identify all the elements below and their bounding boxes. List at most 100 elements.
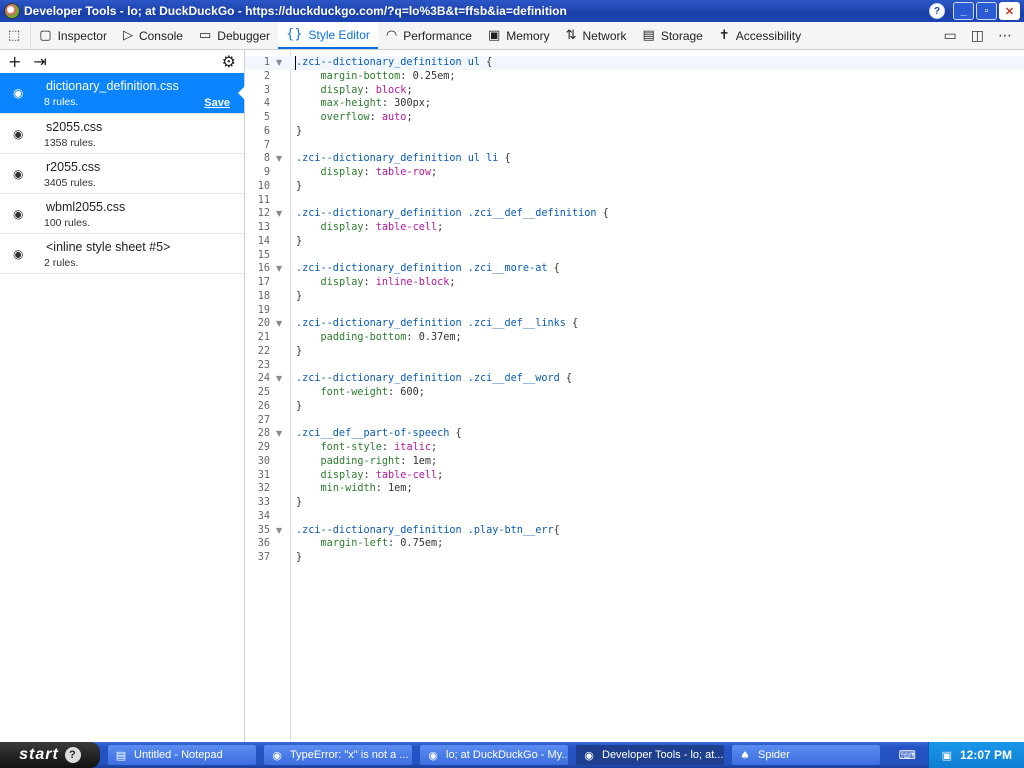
code-line[interactable]: 8 ▼ .zci--dictionary_definition ul li {	[245, 152, 1024, 166]
taskbar-button[interactable]: ◉ Developer Tools - lo; at...	[576, 745, 724, 765]
tab-style-editor[interactable]: {} Style Editor	[278, 22, 378, 49]
dock-side-icon[interactable]: ◫	[971, 28, 984, 44]
window-title-bar[interactable]: Developer Tools - lo; at DuckDuckGo - ht…	[0, 0, 1024, 22]
line-text: padding-bottom: 0.37em;	[296, 331, 462, 345]
new-stylesheet-icon[interactable]: +	[8, 52, 21, 71]
code-token: inline-block	[375, 277, 450, 288]
code-line[interactable]: 37}	[245, 551, 1024, 565]
code-line[interactable]: 6}	[245, 125, 1024, 139]
taskbar-button[interactable]: ◉ TypeError: "x" is not a ...	[264, 745, 412, 765]
code-line[interactable]: 7	[245, 139, 1024, 153]
element-picker-icon: ⬚	[8, 28, 21, 43]
fold-toggle-icon[interactable]: ▼	[276, 427, 282, 441]
code-line[interactable]: 27	[245, 414, 1024, 428]
code-line[interactable]: 10}	[245, 180, 1024, 194]
code-line[interactable]: 18}	[245, 290, 1024, 304]
eye-icon[interactable]: ◉	[13, 86, 23, 100]
code-line[interactable]: 31 display: table-cell;	[245, 469, 1024, 483]
tab-label: Inspector	[57, 28, 107, 43]
stylesheet-name: s2055.css	[46, 120, 103, 134]
code-line[interactable]: 25 font-weight: 600;	[245, 386, 1024, 400]
code-line[interactable]: 24 ▼ .zci--dictionary_definition .zci__def…	[245, 372, 1024, 386]
code-editor[interactable]: 1 ▼ .zci--dictionary_definition ul {2 marg…	[245, 50, 1024, 742]
line-number: 24	[257, 373, 270, 385]
window-controls: ? _ ▫ ✕	[929, 2, 1020, 20]
code-line[interactable]: 1 ▼ .zci--dictionary_definition ul {	[245, 56, 1024, 70]
code-line[interactable]: 22}	[245, 345, 1024, 359]
code-line[interactable]: 11	[245, 194, 1024, 208]
more-options-icon[interactable]: ⋯	[998, 28, 1012, 44]
code-line[interactable]: 32 min-width: 1em;	[245, 482, 1024, 496]
code-line[interactable]: 15	[245, 249, 1024, 263]
code-line[interactable]: 19	[245, 304, 1024, 318]
code-line[interactable]: 36 margin-left: 0.75em;	[245, 537, 1024, 551]
fold-toggle-icon[interactable]: ▼	[276, 317, 282, 331]
stylesheet-item[interactable]: ◉ <inline style sheet #5> 2 rules.	[0, 234, 244, 274]
code-line[interactable]: 29 font-style: italic;	[245, 441, 1024, 455]
eye-icon[interactable]: ◉	[13, 247, 23, 261]
fold-toggle-icon[interactable]: ▼	[276, 207, 282, 221]
code-line[interactable]: 33}	[245, 496, 1024, 510]
element-picker-button[interactable]: ⬚	[0, 22, 32, 49]
tab-storage[interactable]: ▤ Storage	[635, 22, 711, 49]
code-line[interactable]: 28 ▼ .zci__def__part-of-speech {	[245, 427, 1024, 441]
code-line[interactable]: 23	[245, 359, 1024, 373]
import-stylesheet-icon[interactable]: ⇥	[33, 52, 46, 71]
code-line[interactable]: 17 display: inline-block;	[245, 276, 1024, 290]
fold-toggle-icon[interactable]: ▼	[276, 372, 282, 386]
eye-icon[interactable]: ◉	[13, 207, 23, 221]
start-button[interactable]: start ?	[0, 742, 100, 768]
tab-inspector[interactable]: ▢ Inspector	[31, 22, 115, 49]
code-line[interactable]: 14}	[245, 235, 1024, 249]
line-number: 4	[263, 98, 270, 110]
code-line[interactable]: 30 padding-right: 1em;	[245, 455, 1024, 469]
fold-toggle-icon[interactable]: ▼	[276, 152, 282, 166]
maximize-button[interactable]: ▫	[976, 2, 997, 20]
tab-memory[interactable]: ▣ Memory	[480, 22, 558, 49]
code-token: 0.37em	[418, 332, 456, 343]
tab-console[interactable]: ▷ Console	[115, 22, 191, 49]
code-line[interactable]: 26}	[245, 400, 1024, 414]
code-line[interactable]: 35 ▼ .zci--dictionary_definition .play-btn…	[245, 524, 1024, 538]
code-line[interactable]: 5 overflow: auto;	[245, 111, 1024, 125]
line-text: .zci--dictionary_definition .zci__def__w…	[296, 372, 572, 386]
window-title: Developer Tools - lo; at DuckDuckGo - ht…	[24, 4, 567, 18]
tab-debugger[interactable]: ▭ Debugger	[191, 22, 278, 49]
stylesheet-item[interactable]: ◉ dictionary_definition.css 8 rules. Save	[0, 73, 245, 114]
code-line[interactable]: 13 display: table-cell;	[245, 221, 1024, 235]
eye-icon[interactable]: ◉	[13, 127, 23, 141]
stylesheet-item[interactable]: ◉ wbml2055.css 100 rules.	[0, 194, 244, 234]
minimize-button[interactable]: _	[953, 2, 974, 20]
stylesheet-item[interactable]: ◉ r2055.css 3405 rules.	[0, 154, 244, 194]
stylesheet-item[interactable]: ◉ s2055.css 1358 rules.	[0, 114, 244, 154]
tab-performance[interactable]: ◠ Performance	[378, 22, 480, 49]
memory-icon: ▣	[487, 28, 501, 43]
save-link[interactable]: Save	[204, 97, 230, 109]
fold-toggle-icon[interactable]: ▼	[276, 524, 282, 538]
code-line[interactable]: 12 ▼ .zci--dictionary_definition .zci__def…	[245, 207, 1024, 221]
gear-icon[interactable]: ⚙	[222, 52, 236, 71]
code-line[interactable]: 2 margin-bottom: 0.25em;	[245, 70, 1024, 84]
code-line[interactable]: 16 ▼ .zci--dictionary_definition .zci__mor…	[245, 262, 1024, 276]
eye-icon[interactable]: ◉	[13, 167, 23, 181]
code-token: .zci--dictionary_definition .zci__def__w…	[296, 373, 560, 385]
taskbar-button[interactable]: ◉ lo; at DuckDuckGo - My...	[420, 745, 568, 765]
taskbar-button[interactable]: ▤ Untitled - Notepad	[108, 745, 256, 765]
code-line[interactable]: 21 padding-bottom: 0.37em;	[245, 331, 1024, 345]
code-line[interactable]: 20 ▼ .zci--dictionary_definition .zci__def…	[245, 317, 1024, 331]
taskbar-button[interactable]: ♠ Spider	[732, 745, 880, 765]
help-button[interactable]: ?	[929, 3, 945, 19]
tab-accessibility[interactable]: ✝ Accessibility	[711, 22, 809, 49]
code-line[interactable]: 3 display: block;	[245, 84, 1024, 98]
fold-toggle-icon[interactable]: ▼	[276, 56, 282, 70]
close-button[interactable]: ✕	[999, 2, 1020, 20]
line-text: font-weight: 600;	[296, 386, 425, 400]
tab-network[interactable]: ⇅ Network	[558, 22, 635, 49]
network-tray-icon[interactable]: ▣	[942, 749, 952, 762]
split-console-icon[interactable]: ▭	[944, 28, 957, 44]
code-line[interactable]: 34	[245, 510, 1024, 524]
fold-toggle-icon[interactable]: ▼	[276, 262, 282, 276]
code-line[interactable]: 9 display: table-row;	[245, 166, 1024, 180]
code-line[interactable]: 4 max-height: 300px;	[245, 97, 1024, 111]
keyboard-icon[interactable]: ⌨	[899, 748, 916, 762]
